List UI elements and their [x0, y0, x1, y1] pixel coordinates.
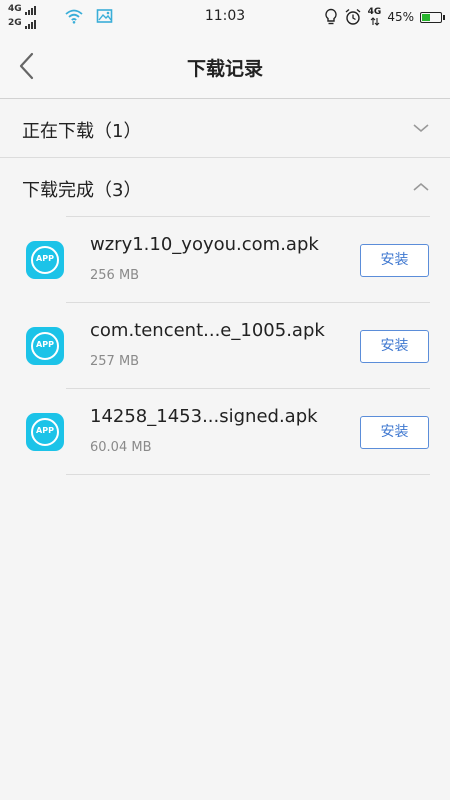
battery-percent: 45%: [387, 10, 414, 24]
file-size: 256 MB: [90, 268, 140, 283]
network-type: 4G: [367, 7, 382, 17]
app-icon: APP: [26, 413, 64, 451]
file-list: APP wzry1.10_yoyou.com.apk 256 MB 安装 APP…: [0, 217, 450, 475]
chevron-down-icon: [413, 124, 429, 133]
bulb-icon: [325, 8, 337, 25]
app-icon-label: APP: [36, 254, 54, 263]
section-completed[interactable]: 下载完成（3）: [0, 158, 450, 216]
data-arrows-icon: [370, 17, 379, 26]
download-content: 正在下载（1） 下载完成（3） APP wzry1.10_yoyou.com.a…: [0, 99, 450, 475]
file-name: wzry1.10_yoyou.com.apk: [90, 234, 319, 255]
install-button[interactable]: 安装: [360, 244, 429, 277]
install-button[interactable]: 安装: [360, 416, 429, 449]
app-icon: APP: [26, 241, 64, 279]
section-downloading[interactable]: 正在下载（1）: [0, 99, 450, 157]
install-button[interactable]: 安装: [360, 330, 429, 363]
file-name: 14258_1453...signed.apk: [90, 406, 318, 427]
section-downloading-label: 正在下载（1）: [22, 121, 142, 142]
list-item[interactable]: APP wzry1.10_yoyou.com.apk 256 MB 安装: [0, 217, 450, 303]
battery-icon: [420, 11, 445, 23]
app-icon: APP: [26, 327, 64, 365]
list-item[interactable]: APP com.tencent...e_1005.apk 257 MB 安装: [0, 303, 450, 389]
list-item[interactable]: APP 14258_1453...signed.apk 60.04 MB 安装: [0, 389, 450, 475]
nav-bar: 下载记录: [0, 34, 450, 99]
file-name: com.tencent...e_1005.apk: [90, 320, 325, 341]
network-indicator: 4G: [367, 7, 382, 26]
file-size: 60.04 MB: [90, 440, 152, 455]
status-right: 4G 45%: [324, 7, 445, 27]
section-completed-label: 下载完成（3）: [22, 180, 142, 201]
battery-fill: [422, 13, 430, 21]
alarm-icon: [345, 8, 361, 25]
app-icon-label: APP: [36, 340, 54, 349]
page-title: 下载记录: [186, 58, 263, 80]
chevron-up-icon: [413, 182, 429, 191]
app-icon-label: APP: [36, 426, 54, 435]
file-size: 257 MB: [90, 354, 140, 369]
status-bar: 4G 2G 11:03 4G 45%: [0, 0, 450, 34]
